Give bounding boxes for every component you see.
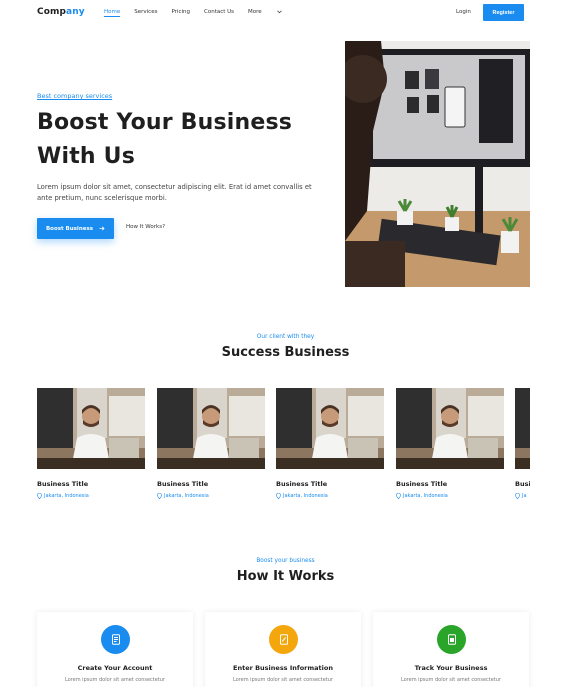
step-title: Create Your Account: [77, 664, 153, 672]
how-title: How It Works: [236, 569, 335, 584]
steps-row: Create Your Account Lorem ipsum dolor si…: [37, 612, 530, 687]
how-it-works-link[interactable]: How It Works?: [126, 224, 165, 230]
business-location: Jakarta, Indonesia: [157, 493, 265, 499]
step-text: Lorem ipsum dolor sit amet consectetur: [64, 677, 166, 683]
business-title: Busi: [515, 480, 530, 488]
business-photo: [396, 388, 504, 469]
nav-link-services[interactable]: Services: [134, 9, 157, 17]
step-text: Lorem ipsum dolor sit amet consectetur: [400, 677, 502, 683]
business-carousel[interactable]: Business Title Jakarta, Indonesia Busine…: [37, 388, 530, 508]
nav-link-home[interactable]: Home: [104, 9, 121, 17]
step-card-business-info: Enter Business Information Lorem ipsum d…: [205, 612, 361, 687]
how-kicker: Boost your business: [256, 558, 315, 564]
business-title: Business Title: [37, 480, 89, 488]
business-photo: [276, 388, 384, 469]
nav-links: Home Services Pricing Contact Us More: [104, 9, 296, 17]
account-icon: [101, 625, 130, 654]
location-pin-icon: [396, 493, 401, 499]
business-card[interactable]: Busi Ja: [515, 388, 530, 499]
location-pin-icon: [157, 493, 162, 499]
business-title: Business Title: [276, 480, 328, 488]
step-title: Track Your Business: [414, 664, 488, 672]
business-location: Jakarta, Indonesia: [37, 493, 145, 499]
business-photo: [515, 388, 530, 469]
chart-document-icon: [437, 625, 466, 654]
business-card[interactable]: Business Title Jakarta, Indonesia: [396, 388, 504, 499]
success-title: Success Business: [221, 345, 350, 360]
business-title: Business Title: [157, 480, 209, 488]
document-edit-icon: [269, 625, 298, 654]
business-photo: [37, 388, 145, 469]
location-pin-icon: [515, 493, 520, 499]
location-pin-icon: [37, 493, 42, 499]
step-card-track-business: Track Your Business Lorem ipsum dolor si…: [373, 612, 529, 687]
hero-description: Lorem ipsum dolor sit amet, consectetur …: [37, 183, 312, 202]
business-location: Jakarta, Indonesia: [396, 493, 504, 499]
business-title: Business Title: [396, 480, 448, 488]
business-location: Ja: [515, 493, 530, 499]
top-navbar: Company Home Services Pricing Contact Us…: [0, 0, 571, 26]
business-photo: [157, 388, 265, 469]
business-card[interactable]: Business Title Jakarta, Indonesia: [37, 388, 145, 499]
arrow-right-icon: [99, 226, 105, 231]
step-card-create-account: Create Your Account Lorem ipsum dolor si…: [37, 612, 193, 687]
success-kicker: Our client with they: [256, 334, 315, 340]
boost-business-label: Boost Business: [45, 225, 94, 232]
chevron-down-icon: [277, 10, 283, 13]
company-logo[interactable]: Company: [37, 7, 85, 17]
nav-link-contact[interactable]: Contact Us: [204, 9, 234, 17]
register-button[interactable]: Register: [483, 4, 524, 21]
login-link[interactable]: Login: [456, 9, 471, 15]
nav-link-pricing[interactable]: Pricing: [171, 9, 190, 17]
step-title: Enter Business Information: [233, 664, 333, 672]
nav-link-more[interactable]: More: [248, 9, 283, 17]
hero-image: [345, 41, 530, 287]
business-card[interactable]: Business Title Jakarta, Indonesia: [157, 388, 265, 499]
step-text: Lorem ipsum dolor sit amet consectetur: [232, 677, 334, 683]
hero-title: Boost Your Business With Us: [37, 110, 293, 169]
boost-business-button[interactable]: Boost Business: [37, 218, 114, 239]
hero-kicker: Best company services: [37, 92, 113, 100]
location-pin-icon: [276, 493, 281, 499]
business-card[interactable]: Business Title Jakarta, Indonesia: [276, 388, 384, 499]
business-location: Jakarta, Indonesia: [276, 493, 384, 499]
